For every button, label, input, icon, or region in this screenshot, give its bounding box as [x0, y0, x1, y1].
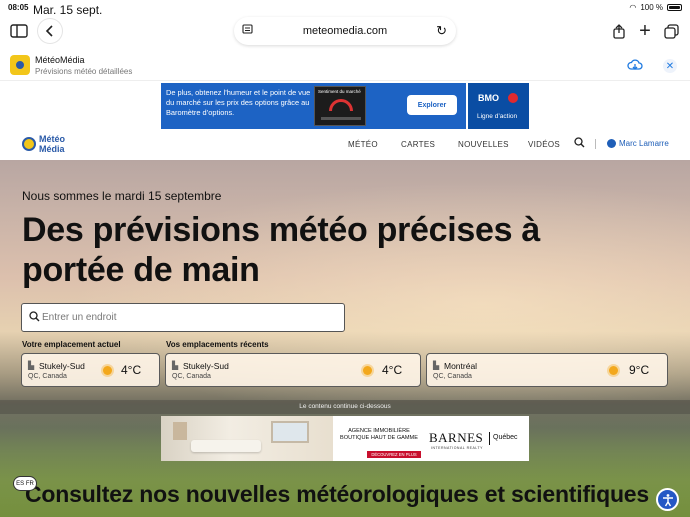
status-bar: 08:05 Mar. 15 sept. ◠ 100 % — [0, 0, 690, 17]
recent-locations-label: Vos emplacements récents — [166, 340, 269, 349]
search-icon — [29, 311, 40, 325]
ad-banner-top[interactable]: De plus, obtenez l’humeur et le point de… — [161, 83, 529, 129]
location-card[interactable]: ▙ Stukely-Sud QC, Canada 4°C — [21, 353, 160, 387]
building-icon: ▙ — [28, 361, 35, 370]
download-icon[interactable] — [627, 58, 643, 74]
user-name: Marc Lamarre — [619, 139, 669, 148]
gauge-icon — [329, 99, 353, 111]
card-region: QC, Canada — [28, 373, 67, 380]
ad-chart-label: Sentiment du marché — [318, 89, 361, 94]
plus-icon[interactable]: + — [633, 19, 657, 43]
ad-agency-text: AGENCE IMMOBILIÈRE BOUTIQUE HAUT DE GAMM… — [340, 428, 418, 441]
ad-chart-image: Sentiment du marché — [314, 86, 366, 126]
status-time: 08:05 — [8, 3, 29, 12]
card-temp: 9°C — [629, 363, 650, 377]
back-icon[interactable] — [38, 19, 62, 43]
card-city: Stukely-Sud — [183, 361, 229, 371]
card-region: QC, Canada — [433, 373, 472, 380]
site-header: Météo Média MÉTÉO CARTES NOUVELLES VIDÉO… — [0, 130, 690, 160]
card-city: Stukely-Sud — [39, 361, 85, 371]
content-continues-band: Le contenu continue ci-dessous — [0, 400, 690, 414]
language-toggle[interactable]: ES FR — [13, 476, 37, 491]
card-temp: 4°C — [382, 363, 403, 377]
building-icon: ▙ — [433, 361, 440, 370]
logo-line2: Média — [39, 144, 65, 154]
location-search[interactable] — [21, 303, 345, 332]
ad-discover-button[interactable]: DÉCOUVREZ EN PLUS — [367, 451, 421, 458]
reader-icon[interactable] — [242, 24, 253, 37]
site-logo[interactable]: Météo Média — [22, 134, 76, 154]
ad-room-image — [161, 416, 333, 461]
content-continues-text: Le contenu continue ci-dessous — [299, 403, 391, 410]
close-banner-icon[interactable]: ✕ — [663, 59, 677, 73]
nav-meteo[interactable]: MÉTÉO — [348, 140, 378, 149]
hero-date: Nous sommes le mardi 15 septembre — [22, 189, 222, 203]
reload-icon[interactable]: ↻ — [436, 23, 447, 39]
ad-brand: BARNES — [429, 430, 484, 445]
sun-icon — [99, 362, 115, 378]
logo-line1: Météo — [39, 134, 66, 144]
user-icon — [607, 139, 616, 148]
ad-brand: BMO — [478, 93, 499, 103]
nav-videos[interactable]: VIDÉOS — [528, 140, 560, 149]
url-text: meteomedia.com — [302, 25, 388, 37]
tabs-icon[interactable] — [659, 19, 683, 43]
ad-cta-button[interactable]: Explorer — [407, 95, 457, 115]
card-city: Montréal — [444, 361, 478, 371]
wifi-icon: ◠ — [629, 3, 637, 12]
current-location-label: Votre emplacement actuel — [22, 340, 121, 349]
share-icon[interactable] — [607, 19, 631, 43]
nav-nouvelles[interactable]: NOUVELLES — [458, 140, 509, 149]
ad-brand-panel: BMO Ligne d’action — [466, 83, 529, 129]
ad-banner-bottom[interactable]: AGENCE IMMOBILIÈRE BOUTIQUE HAUT DE GAMM… — [161, 416, 529, 461]
user-account[interactable]: Marc Lamarre — [607, 139, 669, 148]
nav-divider — [595, 139, 596, 149]
logo-globe-icon — [22, 137, 36, 151]
location-card[interactable]: ▙ Stukely-Sud QC, Canada 4°C — [165, 353, 421, 387]
app-name: MétéoMédia — [35, 55, 85, 65]
browser-toolbar: meteomedia.com ↻ + — [0, 14, 690, 48]
sun-icon — [359, 362, 375, 378]
location-input[interactable] — [40, 307, 338, 328]
hero-headline: Des prévisions météo précises à portée d… — [22, 211, 540, 289]
app-banner[interactable]: MétéoMédia Prévisions météo détaillées ✕ — [0, 50, 690, 81]
status-right: ◠ 100 % — [629, 3, 682, 12]
ad-tagline: Ligne d’action — [477, 113, 518, 120]
address-bar[interactable]: meteomedia.com ↻ — [234, 17, 456, 45]
nav-cartes[interactable]: CARTES — [401, 140, 435, 149]
ad-text: De plus, obtenez l’humeur et le point de… — [166, 88, 311, 117]
building-icon: ▙ — [172, 361, 179, 370]
location-card[interactable]: ▙ Montréal QC, Canada 9°C — [426, 353, 668, 387]
app-subtitle: Prévisions météo détaillées — [35, 67, 133, 76]
card-region: QC, Canada — [172, 373, 211, 380]
battery-icon — [667, 4, 682, 11]
accessibility-icon[interactable] — [656, 488, 679, 511]
ad-region: Québec — [493, 434, 518, 441]
search-icon[interactable] — [574, 137, 585, 151]
battery-label: 100 % — [640, 3, 663, 12]
bmo-logo-icon — [508, 93, 518, 103]
card-temp: 4°C — [121, 363, 142, 377]
section-title: Consultez nos nouvelles météorologiques … — [25, 481, 649, 507]
sun-icon — [605, 362, 621, 378]
ad-intl: INTERNATIONAL REALTY — [431, 446, 483, 450]
sidebar-icon[interactable] — [7, 19, 31, 43]
hero-section: Nous sommes le mardi 15 septembre Des pr… — [0, 160, 690, 517]
app-logo-icon — [10, 55, 30, 75]
